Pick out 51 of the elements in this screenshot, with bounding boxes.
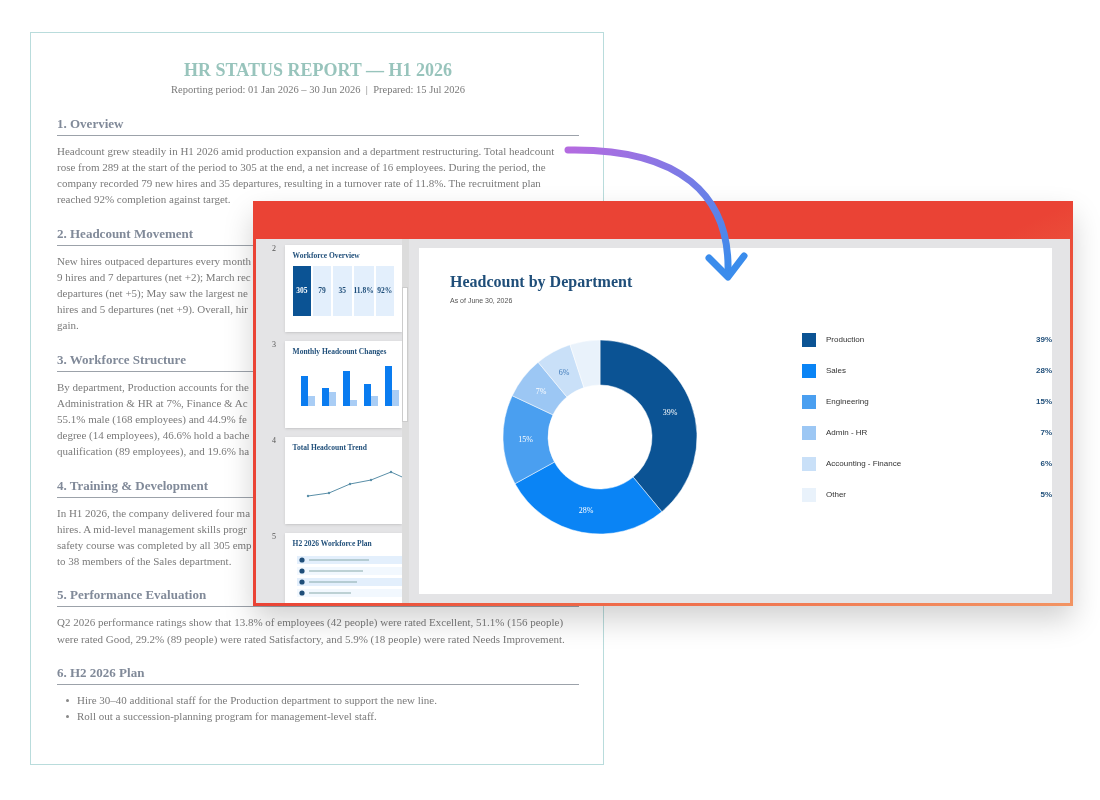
legend-value: 28% [1036,364,1052,377]
paragraph-line: Administration & HR at 7%, Finance & Ac [57,395,248,411]
slide-number: 3 [272,341,277,351]
slice-label: 39% [662,407,678,417]
paragraph-line: were rated Good, 29.2% (89 people) were rated Satisfactory, and 5.9% (18 people) were rated Needs Improvement. [57,631,565,647]
paragraph-line: New hires outpaced departures every month [57,253,251,269]
paragraph-line: degree (14 employees), 46.6% hold a bache [57,428,250,444]
slide-title: Headcount by Department [450,272,634,292]
slice-label: 7% [535,386,547,396]
legend-value: 15% [1036,395,1052,408]
paragraph-line: company recorded 79 new hires and 35 departures, resulting in a turnover rate of 11.8%. The recruitment plan [57,176,541,192]
legend-label: Production [826,333,866,346]
paragraph-line: to 38 members of the Sales department. [57,554,232,570]
slide-number: 4 [272,437,277,447]
paragraph-line: hires. A mid-level management skills progr [57,521,248,537]
paragraph-line: rose from 289 at the start of the period to 305 at the end, a net increase of 16 employees. During the period, the [57,159,546,175]
report-title: HR STATUS REPORT — H1 2026 [183,59,453,81]
paragraph-line: By department, Production accounts for the [57,379,249,395]
legend-value: 6% [1040,457,1052,470]
paragraph-line: Q2 2026 performance ratings show that 13.8% of employees (42 people) were rated Excellent, 51.1% (156 people) [57,615,564,631]
slide-number: 5 [272,533,277,543]
section-heading: 6. H2 2026 Plan [57,663,579,685]
paragraph-line: hires and 5 departures (net +9). Overall, hir [57,302,248,318]
legend-label: Other [826,488,847,501]
report-meta: Reporting period: 01 Jan 2026 – 30 Jun 2026 | Prepared: 15 Jul 2026 [170,83,466,97]
paragraph-line: safety course was completed by all 305 emp [57,538,252,553]
legend-label: Admin - HR [826,426,869,439]
slice-label: 15% [518,434,533,444]
bullet-icon [66,698,69,702]
legend-label: Accounting - Finance [826,457,903,470]
slide-number: 2 [272,245,277,255]
paragraph-line: departures (net +5); May saw the largest ne [57,285,248,301]
paragraph-line: Headcount grew steadily in H1 2026 amid production expansion and a department restructuring. Total headcount [57,143,555,159]
bullet-icon [66,715,69,719]
scrollbar-thumb[interactable] [402,287,408,422]
paragraph-line: gain. [57,318,79,334]
paragraph-line: reached 92% completion against target. [57,192,231,208]
bullet-text: Hire 30–40 additional staff for the Production department to support the new line. [77,692,437,708]
slice-label: 28% [578,505,594,515]
paragraph-line: 55.1% male (168 employees) and 44.9% fe [57,412,247,427]
legend-label: Engineering [826,395,870,408]
section-heading: 1. Overview [57,114,579,136]
legend-label: Sales [826,364,847,377]
paragraph-line: In H1 2026, the company delivered four ma [57,505,251,521]
legend-value: 39% [1036,333,1052,346]
paragraph-line: 9 hires and 7 departures (net +2); March rec [57,269,251,285]
legend-value: 7% [1040,426,1052,439]
paragraph-line: qualification (89 employees), and 19.6% ha [57,444,250,460]
bullet-text: Roll out a succession-planning program for management-level staff. [77,709,377,725]
legend-value: 5% [1040,488,1052,501]
scrollbar[interactable] [402,239,409,603]
